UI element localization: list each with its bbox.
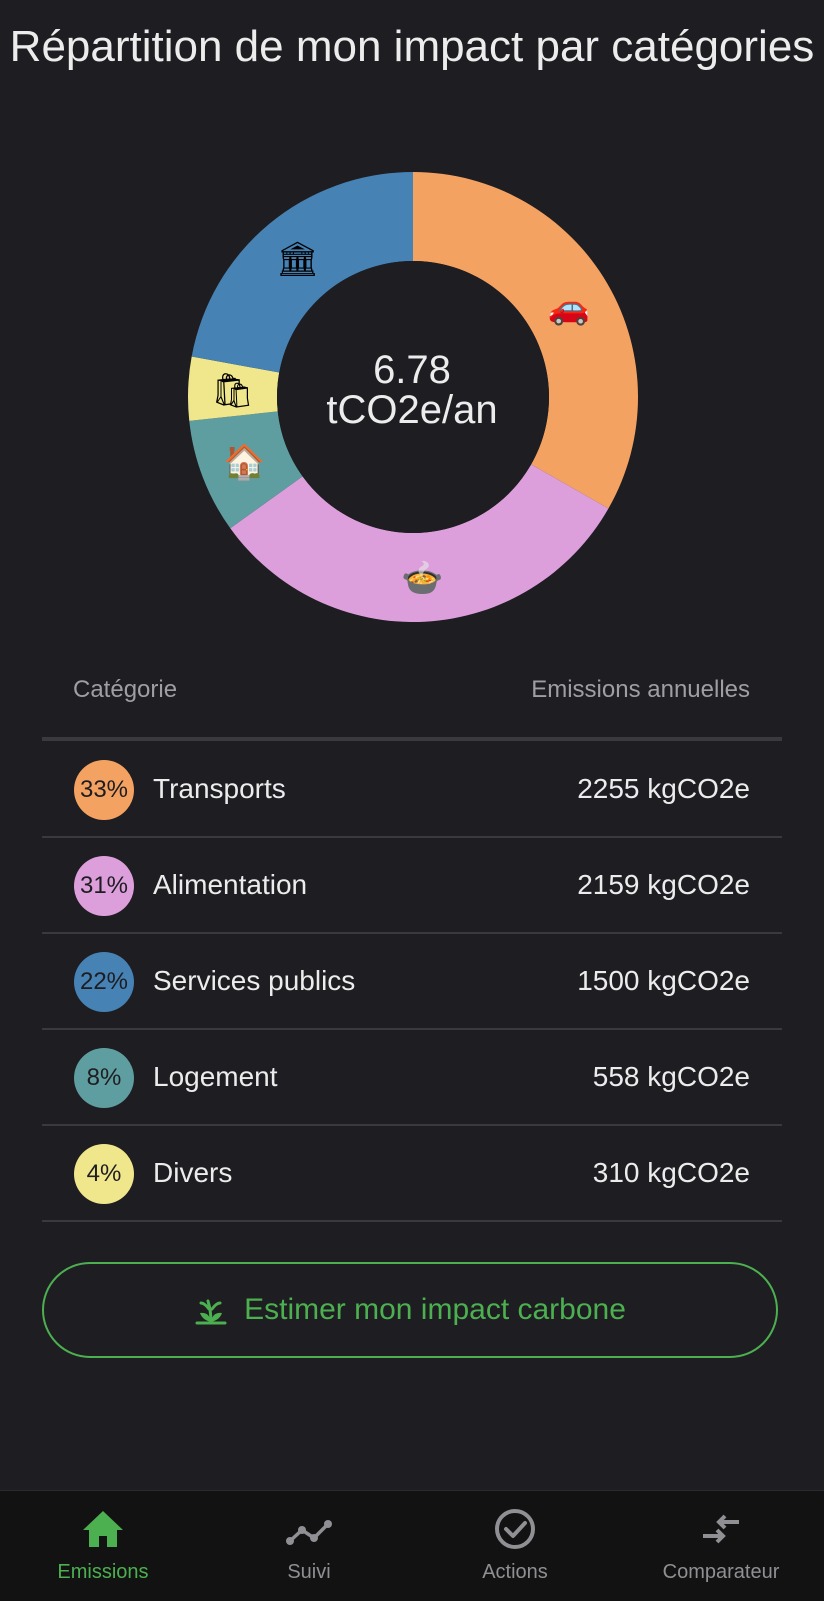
percent-badge: 4% (74, 1144, 134, 1204)
category-row-divers[interactable]: 4% Divers 310 kgCO2e (42, 1125, 782, 1222)
trend-line-icon (286, 1520, 332, 1545)
category-emissions: 2159 kgCO2e (577, 869, 750, 900)
category-emissions: 2255 kgCO2e (577, 773, 750, 804)
percent-badge: 8% (74, 1048, 134, 1108)
total-unit: tCO2e/an (326, 388, 498, 432)
home-icon (83, 1511, 123, 1547)
category-name: Transports (153, 773, 286, 804)
car-icon: 🚗 (548, 287, 590, 327)
bottom-navigation: Emissions Suivi Actions Comparateur (0, 1490, 824, 1601)
nav-label: Suivi (287, 1561, 331, 1583)
column-header-emissions: Emissions annuelles (531, 676, 750, 703)
compare-arrows-icon (703, 1514, 739, 1544)
shopping-bags-icon: 🛍 (211, 371, 254, 411)
sprout-icon (195, 1299, 227, 1325)
nav-tab-comparateur[interactable]: Comparateur (618, 1491, 824, 1601)
category-name: Services publics (153, 965, 356, 996)
category-emissions: 558 kgCO2e (592, 1061, 750, 1092)
nav-label: Emissions (57, 1561, 149, 1583)
nav-label: Actions (482, 1561, 548, 1583)
category-name: Logement (153, 1061, 278, 1092)
nav-tab-suivi[interactable]: Suivi (206, 1491, 412, 1601)
emissions-donut-chart: 🚗 🍲 🏠 🛍 🏛 (188, 172, 639, 623)
category-row-transports[interactable]: 33% Transports 2255 kgCO2e (42, 741, 782, 838)
total-emissions: 6.78 tCO2e/an (262, 350, 562, 430)
category-name: Alimentation (153, 869, 308, 900)
house-icon: 🏠 (223, 442, 265, 482)
column-header-category: Catégorie (73, 676, 178, 703)
nav-tab-actions[interactable]: Actions (412, 1491, 618, 1601)
estimate-impact-label: Estimer mon impact carbone (244, 1293, 626, 1326)
category-name: Divers (153, 1157, 233, 1188)
total-value: 6.78 (373, 348, 451, 392)
nav-label: Comparateur (662, 1561, 780, 1583)
check-circle-icon (495, 1509, 535, 1549)
category-row-services-publics[interactable]: 22% Services publics 1500 kgCO2e (42, 933, 782, 1030)
percent-badge: 33% (74, 760, 134, 820)
food-pot-icon: 🍲 (401, 558, 443, 598)
estimate-impact-button[interactable]: Estimer mon impact carbone (42, 1262, 778, 1358)
category-emissions: 310 kgCO2e (592, 1157, 750, 1188)
category-emissions: 1500 kgCO2e (577, 965, 750, 996)
percent-badge: 31% (74, 856, 134, 916)
category-row-alimentation[interactable]: 31% Alimentation 2159 kgCO2e (42, 837, 782, 934)
public-building-icon: 🏛 (276, 239, 319, 279)
percent-badge: 22% (74, 952, 134, 1012)
category-row-logement[interactable]: 8% Logement 558 kgCO2e (42, 1029, 782, 1126)
nav-tab-emissions[interactable]: Emissions (0, 1491, 206, 1601)
